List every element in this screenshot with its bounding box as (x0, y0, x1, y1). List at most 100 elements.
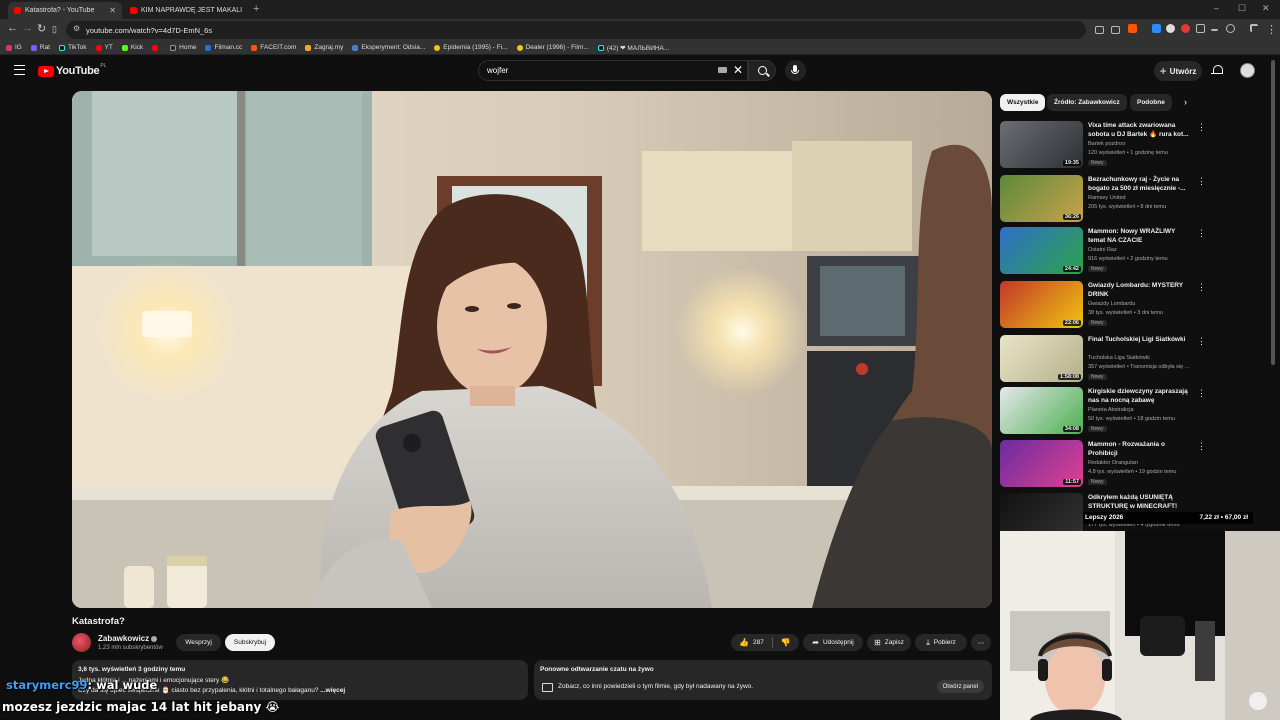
recommendation-thumbnail[interactable]: 19:35 (1000, 121, 1083, 168)
maximize-icon[interactable]: ☐ (1238, 3, 1246, 14)
bookmark-ig[interactable]: IG (6, 44, 22, 51)
recommendation-title[interactable]: Bezrachunkowy raj - Życie na bogato za 5… (1088, 175, 1192, 193)
recommendation-thumbnail[interactable]: 1:58:08 (1000, 335, 1083, 382)
recommendation-item[interactable]: 24:42 Mammon: Nowy WRAŻLIWY temat NA CZAC… (1000, 227, 1206, 277)
open-panel-button[interactable]: Otwórz panel (936, 680, 984, 693)
subscribe-button[interactable]: Subskrybuj (225, 634, 275, 651)
recommendation-title[interactable]: Kirgiskie dziewczyny zapraszają nas na n… (1088, 387, 1192, 405)
download-icon[interactable] (1211, 24, 1218, 31)
extension-icon[interactable] (1152, 24, 1161, 33)
chip-similar[interactable]: Podobne (1130, 94, 1172, 111)
cast-icon[interactable] (1095, 26, 1104, 34)
menu-dots-icon[interactable]: ⋮ (1266, 23, 1277, 36)
recommendation-channel[interactable]: Gwiazdy Lombardu (1088, 301, 1135, 307)
join-button[interactable]: Wesprzyj (176, 634, 221, 651)
share-page-icon[interactable] (1111, 26, 1120, 34)
bookmark-eksperyment[interactable]: Eksperyment: Odsia... (352, 44, 425, 51)
chip-all[interactable]: Wszystkie (1000, 94, 1046, 111)
minimize-icon[interactable]: – (1214, 3, 1219, 13)
url-field[interactable]: ⚙ youtube.com/watch?v=4d7D-EmN_6s (66, 21, 1086, 39)
recommendation-thumbnail[interactable]: 36:26 (1000, 175, 1083, 222)
recommendation-thumbnail[interactable]: 34:08 (1000, 387, 1083, 434)
recommendation-item[interactable]: 11:57 Mammon - Rozważania o Prohibicji Red… (1000, 440, 1206, 490)
recommendation-item[interactable]: 19:35 Vixa time attack zwariowana sobota … (1000, 121, 1206, 171)
search-button[interactable] (748, 60, 776, 81)
recommendation-thumbnail[interactable]: 22:06 (1000, 281, 1083, 328)
dislike-icon[interactable]: 👎 (781, 638, 791, 647)
scrollbar[interactable] (1271, 60, 1275, 365)
brave-shield-icon[interactable] (1128, 24, 1137, 33)
account-avatar[interactable] (1240, 63, 1255, 78)
like-count[interactable]: 287 (753, 639, 764, 646)
recommendation-title[interactable]: Final Tucholskiej Ligi Siatkówki (1088, 335, 1192, 344)
recommendation-thumbnail[interactable]: 24:42 (1000, 227, 1083, 274)
bookmark-tiktok[interactable]: TikTok (59, 44, 87, 51)
chip-source[interactable]: Źródło: Zabawkowicz (1047, 94, 1127, 111)
more-actions-button[interactable]: ⋯ (971, 634, 991, 651)
recommendation-title[interactable]: Mammon - Rozważania o Prohibicji (1088, 440, 1192, 458)
close-tab-icon[interactable]: ✕ (109, 6, 116, 15)
menu-icon[interactable] (14, 65, 25, 75)
recommendation-title[interactable]: Mammon: Nowy WRAŻLIWY temat NA CZACIE (1088, 227, 1192, 245)
video-player[interactable] (72, 91, 992, 608)
recommendation-thumbnail[interactable] (1000, 493, 1083, 531)
bookmark-kick[interactable]: Kick (121, 44, 143, 51)
download-button[interactable]: ⤓ Pobierz (915, 634, 967, 651)
bookmark-home[interactable]: Home (170, 44, 196, 51)
reload-icon[interactable]: ↻ (37, 22, 46, 35)
recommendation-channel[interactable]: Bartek pozdroo (1088, 141, 1125, 147)
forward-icon[interactable]: → (22, 22, 33, 34)
bookmark-youtube[interactable] (152, 44, 161, 51)
share-button[interactable]: ➦ Udostępnij (803, 634, 863, 651)
browser-tab-active[interactable]: Katastrofa? - YouTube ✕ (8, 2, 122, 19)
bookmark-rat[interactable]: Rat (30, 44, 50, 51)
bookmark-epidemia[interactable]: Epidemia (1995) - Fi... (434, 44, 508, 51)
more-options-icon[interactable]: ⋮ (1197, 389, 1206, 398)
youtube-logo[interactable]: YouTube PL (38, 63, 106, 77)
new-tab-icon[interactable]: + (253, 3, 259, 15)
recommendation-item[interactable]: 22:06 Gwiazdy Lombardu: MYSTERY DRINK Gwia… (1000, 281, 1206, 331)
bookmark-zagraj[interactable]: Zagraj.my (305, 44, 343, 51)
bookmark-dealer[interactable]: Dealer (1996) - Film... (516, 44, 589, 51)
create-button[interactable]: + Utwórz (1154, 61, 1202, 81)
extensions-puzzle-icon[interactable] (1196, 24, 1205, 33)
recommendation-channel[interactable]: Planeta Abstrakcja (1088, 407, 1134, 413)
more-options-icon[interactable]: ⋮ (1197, 177, 1206, 186)
more-options-icon[interactable]: ⋮ (1197, 442, 1206, 451)
recommendation-item[interactable]: 34:08 Kirgiskie dziewczyny zapraszają nas… (1000, 387, 1206, 437)
microphone-icon[interactable] (785, 60, 806, 81)
recommendation-title[interactable]: Gwiazdy Lombardu: MYSTERY DRINK (1088, 281, 1192, 299)
save-button[interactable]: ⊞ Zapisz (867, 634, 911, 651)
channel-avatar[interactable] (72, 633, 91, 652)
notifications-bell-icon[interactable] (1211, 65, 1223, 74)
window-close-icon[interactable]: ✕ (1262, 3, 1270, 14)
bookmark-tiktok-2[interactable]: (42) ❤ МАЛЬВИНА... (597, 44, 669, 52)
recommendation-channel[interactable]: Ramsey United (1088, 195, 1126, 201)
sidebar-panel-icon[interactable] (1250, 24, 1258, 32)
recommendation-channel[interactable]: Tucholska Liga Siatkówki (1088, 355, 1150, 361)
more-options-icon[interactable]: ⋮ (1197, 337, 1206, 346)
more-options-icon[interactable]: ⋮ (1197, 283, 1206, 292)
back-icon[interactable]: ← (7, 22, 18, 34)
search-input[interactable]: wojfer (478, 60, 748, 81)
more-options-icon[interactable]: ⋮ (1197, 123, 1206, 132)
like-icon[interactable]: 👍 (739, 638, 749, 647)
recommendation-item[interactable]: 1:58:08 Final Tucholskiej Ligi Siatkówki T… (1000, 335, 1206, 385)
recommendation-channel[interactable]: Redaktor Orangutan (1088, 460, 1138, 466)
browser-tab[interactable]: KIM NAPRAWDĘ JEST MAKALIERT (124, 2, 248, 19)
history-icon[interactable] (1226, 24, 1235, 33)
extension-icon[interactable] (1166, 24, 1175, 33)
clear-search-icon[interactable]: ✕ (733, 63, 743, 77)
recommendation-item[interactable]: 36:26 Bezrachunkowy raj - Życie na bogato… (1000, 175, 1206, 225)
bookmark-faceit[interactable]: FACEIT.com (251, 44, 296, 51)
bookmark-filman[interactable]: Filman.cc (205, 44, 242, 51)
chevron-right-icon[interactable]: › (1184, 97, 1187, 107)
keyboard-icon[interactable] (718, 67, 727, 73)
extension-icon[interactable] (1181, 24, 1190, 33)
show-more-link[interactable]: ...więcej (320, 687, 345, 694)
bookmark-icon[interactable]: ▯ (52, 24, 57, 35)
recommendation-thumbnail[interactable]: 11:57 (1000, 440, 1083, 487)
recommendation-title[interactable]: Odkryłem każdą USUNIĘTĄ STRUKTURĘ w MINE… (1088, 493, 1192, 511)
recommendation-channel[interactable]: Ostatni Raz (1088, 247, 1117, 253)
recommendation-title[interactable]: Vixa time attack zwariowana sobota u DJ … (1088, 121, 1192, 139)
